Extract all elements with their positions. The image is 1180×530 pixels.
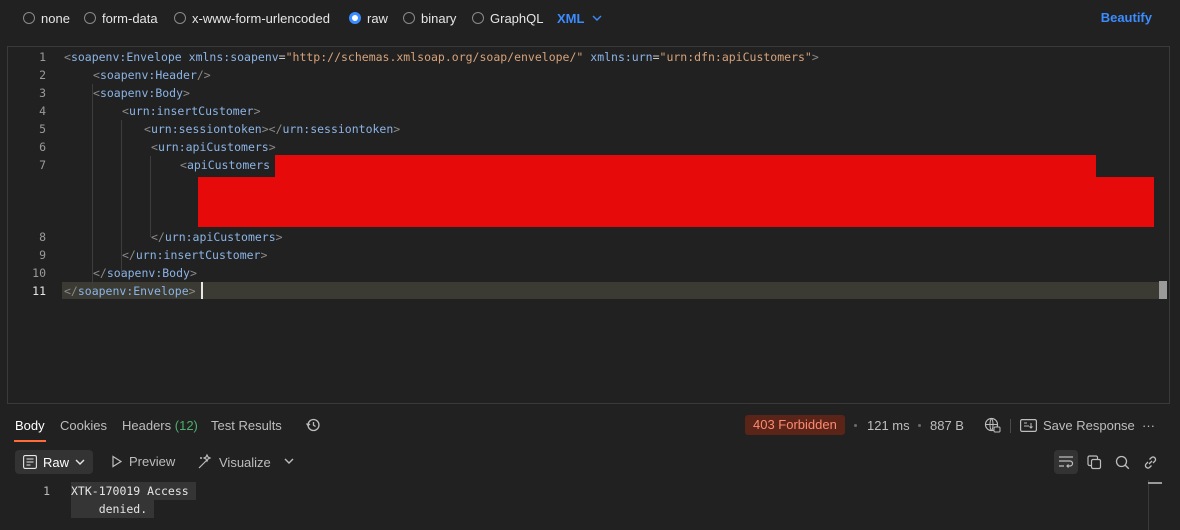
tab-body[interactable]: Body [15, 418, 45, 433]
line-number: 7 [39, 158, 46, 172]
line-number: 5 [39, 122, 46, 136]
headers-count: (12) [174, 418, 198, 433]
redaction-block [275, 155, 1096, 177]
more-icon[interactable]: ··· [1142, 418, 1155, 433]
radio-graphql[interactable]: GraphQL [472, 10, 543, 26]
radio-label: raw [367, 10, 388, 26]
radio-dot[interactable] [84, 12, 96, 24]
language-label: XML [557, 10, 585, 26]
radio-label: binary [421, 10, 457, 26]
active-tab-indicator [14, 440, 46, 442]
code-editor[interactable]: 1 2 3 4 5 6 7 8 9 10 11 <soapenv:Envelop… [7, 46, 1170, 404]
code-line-2: <soapenv:Header/> [93, 68, 211, 82]
beautify-button[interactable]: Beautify [1101, 10, 1152, 25]
tab-headers-label: Headers [122, 418, 172, 433]
visualize-label: Visualize [219, 454, 271, 470]
language-select[interactable]: XML [557, 10, 602, 26]
visualize-icon [197, 454, 213, 470]
radio-label: x-www-form-urlencoded [192, 10, 330, 26]
visualize-button[interactable]: Visualize [197, 454, 271, 470]
separator-dot [854, 424, 857, 427]
radio-x-www-form-urlencoded[interactable]: x-www-form-urlencoded [174, 10, 330, 26]
line-number: 6 [39, 140, 46, 154]
link-icon[interactable] [1138, 450, 1162, 474]
line-number-active: 11 [32, 284, 46, 298]
radio-dot-selected[interactable] [349, 12, 361, 24]
code-line-8: </urn:apiCustomers> [151, 230, 283, 244]
response-tabs: Body Cookies Headers (12) Test Results 4… [0, 410, 1180, 442]
code-line-5: <urn:sessiontoken></urn:sessiontoken> [144, 122, 401, 136]
radio-raw[interactable]: raw [349, 10, 388, 26]
tab-cookies[interactable]: Cookies [60, 418, 107, 433]
body-type-bar: none form-data x-www-form-urlencoded raw… [0, 0, 1180, 36]
code-line-9: </urn:insertCustomer> [122, 248, 268, 262]
text-cursor [201, 282, 203, 299]
history-icon[interactable] [305, 417, 321, 433]
preview-button[interactable]: Preview [111, 454, 175, 469]
radio-form-data[interactable]: form-data [84, 10, 158, 26]
indent-guide [92, 84, 93, 291]
save-response-icon [1020, 419, 1037, 432]
radio-label: GraphQL [490, 10, 544, 26]
radio-dot[interactable] [403, 12, 415, 24]
indent-guide [150, 156, 151, 237]
code-line-11: </soapenv:Envelope> [64, 284, 196, 298]
chevron-down-icon[interactable] [284, 458, 294, 464]
copy-icon[interactable] [1082, 450, 1106, 474]
search-icon[interactable] [1110, 450, 1134, 474]
response-scrollbar-track[interactable] [1148, 480, 1149, 530]
tab-headers[interactable]: Headers (12) [122, 418, 198, 433]
line-number: 1 [39, 50, 46, 64]
save-response-label: Save Response [1043, 418, 1135, 433]
line-number: 10 [32, 266, 46, 280]
response-time[interactable]: 121 ms [867, 418, 910, 433]
line-number: 2 [39, 68, 46, 82]
save-response-button[interactable]: Save Response [1020, 418, 1135, 433]
globe-lock-icon[interactable] [984, 417, 1001, 434]
view-mode-select[interactable]: Raw [15, 450, 93, 474]
line-number: 9 [39, 248, 46, 262]
status-badge[interactable]: 403 Forbidden [745, 415, 845, 435]
radio-none[interactable]: none [23, 10, 70, 26]
response-toolbar: Raw Preview Visualize [0, 448, 1180, 476]
wrap-icon[interactable] [1054, 450, 1078, 474]
active-line-highlight [62, 282, 1162, 299]
tab-test-results[interactable]: Test Results [211, 418, 282, 433]
line-number: 4 [39, 104, 46, 118]
radio-label: form-data [102, 10, 158, 26]
code-line-7: <apiCustomers [180, 158, 271, 172]
response-scrollbar-marker[interactable] [1148, 482, 1162, 484]
radio-dot[interactable] [174, 12, 186, 24]
response-body[interactable]: 1 XTK-170019 Access denied. [0, 480, 1180, 530]
line-number: 8 [39, 230, 46, 244]
line-number: 3 [39, 86, 46, 100]
raw-icon [23, 455, 37, 469]
code-line-10: </soapenv:Body> [93, 266, 197, 280]
play-icon [111, 455, 123, 468]
scrollbar-marker[interactable] [1159, 281, 1167, 299]
response-size[interactable]: 887 B [930, 418, 964, 433]
preview-label: Preview [129, 454, 176, 469]
radio-label: none [41, 10, 70, 26]
chevron-down-icon [592, 15, 602, 21]
code-line-1: <soapenv:Envelope xmlns:soapenv="http://… [64, 50, 819, 64]
redaction-block [198, 177, 1154, 227]
code-line-3: <soapenv:Body> [93, 86, 190, 100]
chevron-down-icon [75, 459, 85, 465]
response-text-line: denied. [71, 500, 155, 518]
radio-dot[interactable] [472, 12, 484, 24]
separator-dot [918, 424, 921, 427]
response-text-line: XTK-170019 Access [71, 482, 196, 500]
code-line-4: <urn:insertCustomer> [122, 104, 261, 118]
response-line-number: 1 [43, 484, 50, 498]
radio-dot[interactable] [23, 12, 35, 24]
divider [1010, 419, 1011, 433]
view-mode-label: Raw [43, 454, 70, 470]
radio-binary[interactable]: binary [403, 10, 456, 26]
code-line-6: <urn:apiCustomers> [151, 140, 276, 154]
